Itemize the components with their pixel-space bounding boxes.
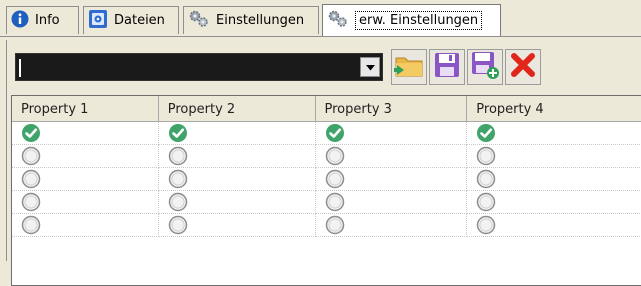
column-header-property-4[interactable]: Property 4 (467, 96, 641, 122)
table-row (12, 214, 641, 237)
tab-dateien-label: Dateien (114, 13, 165, 28)
disk-icon (88, 9, 108, 33)
unchecked-circle-icon[interactable] (476, 169, 496, 189)
unchecked-circle-icon[interactable] (21, 192, 41, 212)
tab-info[interactable]: Info (6, 6, 79, 34)
table-row (12, 145, 641, 168)
unchecked-circle-icon[interactable] (325, 192, 345, 212)
table-cell (158, 122, 316, 145)
save-new-icon (470, 50, 500, 84)
save-icon (433, 51, 461, 83)
table-cell (315, 145, 468, 168)
column-header-property-3[interactable]: Property 3 (315, 96, 468, 122)
panel-edge (1, 261, 7, 286)
checked-circle-icon[interactable] (476, 123, 496, 143)
tab-panel: Property 1 Property 2 Property 3 Propert… (1, 40, 641, 286)
table-cell (315, 168, 468, 191)
unchecked-circle-icon[interactable] (476, 215, 496, 235)
open-button[interactable] (391, 49, 427, 85)
unchecked-circle-icon[interactable] (476, 192, 496, 212)
tab-einstellungen-label: Einstellungen (216, 13, 305, 28)
gears-icon (327, 9, 349, 33)
unchecked-circle-icon[interactable] (168, 146, 188, 166)
table-cell (467, 214, 641, 237)
table-cell (315, 122, 468, 145)
tab-divider (0, 36, 641, 37)
table-cell (158, 145, 316, 168)
toolbar (15, 48, 541, 86)
unchecked-circle-icon[interactable] (21, 215, 41, 235)
delete-icon (510, 52, 536, 82)
table-cell (12, 122, 159, 145)
tab-dateien[interactable]: Dateien (83, 6, 179, 34)
tab-erw-einstellungen-label: erw. Einstellungen (355, 11, 483, 30)
grid-header: Property 1 Property 2 Property 3 Propert… (12, 96, 641, 122)
unchecked-circle-icon[interactable] (476, 146, 496, 166)
text-caret (19, 59, 21, 77)
checked-circle-icon[interactable] (168, 123, 188, 143)
gears-icon (188, 9, 210, 33)
tab-erw-einstellungen[interactable]: erw. Einstellungen (322, 4, 501, 36)
table-row (12, 122, 641, 145)
combo-dropdown-button[interactable] (360, 57, 380, 77)
unchecked-circle-icon[interactable] (21, 169, 41, 189)
chevron-down-icon (365, 60, 375, 75)
table-cell (315, 191, 468, 214)
unchecked-circle-icon[interactable] (325, 169, 345, 189)
table-cell (158, 168, 316, 191)
tab-bar: Info Dateien Einstellungen erw. Einstell… (0, 0, 641, 40)
unchecked-circle-icon[interactable] (168, 169, 188, 189)
table-cell (158, 191, 316, 214)
column-header-property-2[interactable]: Property 2 (158, 96, 316, 122)
table-cell (12, 168, 159, 191)
open-folder-icon (394, 51, 424, 83)
info-icon (11, 10, 29, 32)
unchecked-circle-icon[interactable] (325, 146, 345, 166)
save-new-button[interactable] (467, 49, 503, 85)
table-cell (467, 191, 641, 214)
column-header-property-1[interactable]: Property 1 (12, 96, 159, 122)
table-cell (315, 214, 468, 237)
table-cell (12, 191, 159, 214)
tab-einstellungen[interactable]: Einstellungen (183, 6, 319, 34)
table-cell (12, 214, 159, 237)
table-cell (467, 145, 641, 168)
table-row (12, 191, 641, 214)
unchecked-circle-icon[interactable] (168, 215, 188, 235)
property-grid: Property 1 Property 2 Property 3 Propert… (11, 95, 641, 286)
unchecked-circle-icon[interactable] (168, 192, 188, 212)
delete-button[interactable] (505, 49, 541, 85)
table-cell (467, 168, 641, 191)
checked-circle-icon[interactable] (21, 123, 41, 143)
table-cell (467, 122, 641, 145)
table-cell (158, 214, 316, 237)
unchecked-circle-icon[interactable] (325, 215, 345, 235)
config-combobox[interactable] (15, 53, 383, 81)
tab-info-label: Info (35, 13, 60, 28)
unchecked-circle-icon[interactable] (21, 146, 41, 166)
table-cell (12, 145, 159, 168)
save-button[interactable] (429, 49, 465, 85)
table-row (12, 168, 641, 191)
checked-circle-icon[interactable] (325, 123, 345, 143)
